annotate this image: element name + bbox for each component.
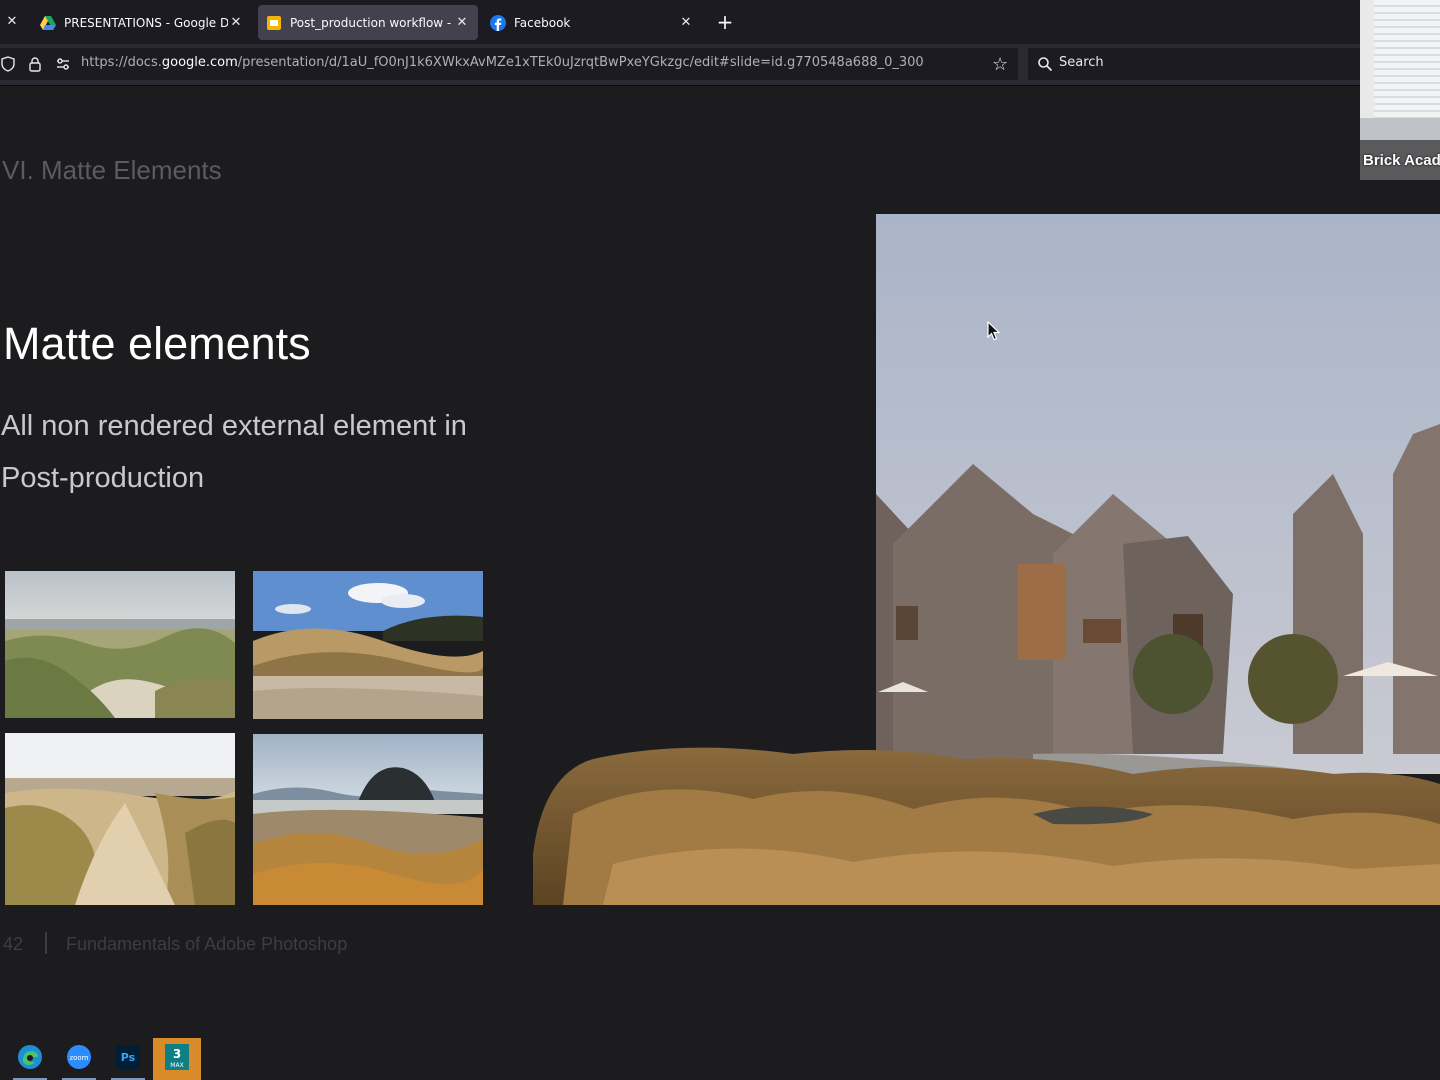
- ps-label: Ps: [121, 1051, 136, 1064]
- subtitle-line: All non rendered external element in: [1, 410, 467, 442]
- taskbar-edge[interactable]: [7, 1038, 53, 1080]
- bookmark-star-icon[interactable]: ☆: [992, 54, 1008, 75]
- edge-icon: [17, 1044, 43, 1074]
- footer-divider: [45, 932, 47, 954]
- webcam-participant-name: Brick Acad: [1363, 152, 1440, 169]
- rock-dune-photo: [253, 734, 483, 905]
- 3dsmax-icon: 3 MAX: [165, 1044, 189, 1074]
- shield-icon[interactable]: [0, 56, 16, 72]
- dune-grass-photo: [5, 571, 235, 718]
- zoom-icon: zoom: [66, 1044, 92, 1074]
- search-input[interactable]: Search: [1028, 48, 1360, 80]
- close-icon[interactable]: ✕: [678, 15, 694, 30]
- tab-title: PRESENTATIONS - Google Drive: [64, 15, 228, 30]
- mouse-cursor-icon: [987, 320, 1001, 345]
- search-icon: [1037, 56, 1053, 72]
- google-slides-icon: [266, 15, 282, 31]
- slide-subtitle: All non rendered external element in Pos…: [1, 400, 467, 504]
- zoom-label: zoom: [69, 1054, 88, 1062]
- taskbar-photoshop[interactable]: Ps: [105, 1038, 151, 1080]
- url-host: google.com: [161, 55, 238, 70]
- lock-icon[interactable]: [27, 56, 43, 72]
- permissions-icon[interactable]: [55, 56, 71, 72]
- tab-google-drive[interactable]: PRESENTATIONS - Google Drive ✕: [32, 5, 252, 40]
- close-tab-icon[interactable]: ✕: [4, 12, 20, 32]
- search-placeholder: Search: [1059, 55, 1104, 70]
- section-title: VI. Matte Elements: [2, 155, 222, 185]
- taskbar-3dsmax[interactable]: 3 MAX: [153, 1038, 201, 1080]
- url-bar[interactable]: https://docs.google.com/presentation/d/1…: [0, 48, 1018, 80]
- url-prefix: https://docs.: [81, 55, 162, 70]
- max-label: MAX: [170, 1062, 183, 1069]
- slide-heading: Matte elements: [3, 318, 311, 369]
- architectural-render-with-grass: [533, 214, 1440, 905]
- sand-path-photo: [5, 733, 235, 905]
- close-icon[interactable]: ✕: [228, 15, 244, 30]
- webcam-window-blinds: [1374, 0, 1440, 120]
- tab-facebook[interactable]: Facebook ✕: [482, 5, 702, 40]
- nav-bar: https://docs.google.com/presentation/d/1…: [0, 44, 1440, 86]
- url-path: /presentation/d/1aU_fO0nJ1k6XWkxAvMZe1xT…: [237, 55, 924, 70]
- close-icon[interactable]: ✕: [454, 15, 470, 30]
- taskbar: zoom Ps 3 MAX: [0, 1038, 1440, 1080]
- slide-page-number: 42: [3, 934, 24, 954]
- google-drive-icon: [40, 15, 56, 31]
- facebook-icon: [490, 14, 506, 31]
- max-number: 3: [173, 1047, 181, 1061]
- webcam-sill: [1360, 118, 1440, 140]
- photoshop-icon: Ps: [116, 1045, 140, 1073]
- tab-bar: ✕ PRESENTATIONS - Google Drive ✕ Post_pr…: [0, 0, 1440, 44]
- beach-grass-photo: [253, 571, 483, 719]
- taskbar-zoom[interactable]: zoom: [56, 1038, 102, 1080]
- webcam-thumbnail[interactable]: Brick Acad: [1360, 0, 1440, 180]
- slide-footer-text: Fundamentals of Adobe Photoshop: [66, 934, 348, 954]
- new-tab-plus-icon[interactable]: +: [714, 11, 736, 33]
- tab-title: Post_production workflow - ne: [290, 15, 454, 30]
- tab-title: Facebook: [514, 15, 571, 30]
- tab-post-production[interactable]: Post_production workflow - ne ✕: [258, 5, 478, 40]
- subtitle-line: Post-production: [1, 462, 205, 494]
- url-text[interactable]: https://docs.google.com/presentation/d/1…: [81, 55, 924, 70]
